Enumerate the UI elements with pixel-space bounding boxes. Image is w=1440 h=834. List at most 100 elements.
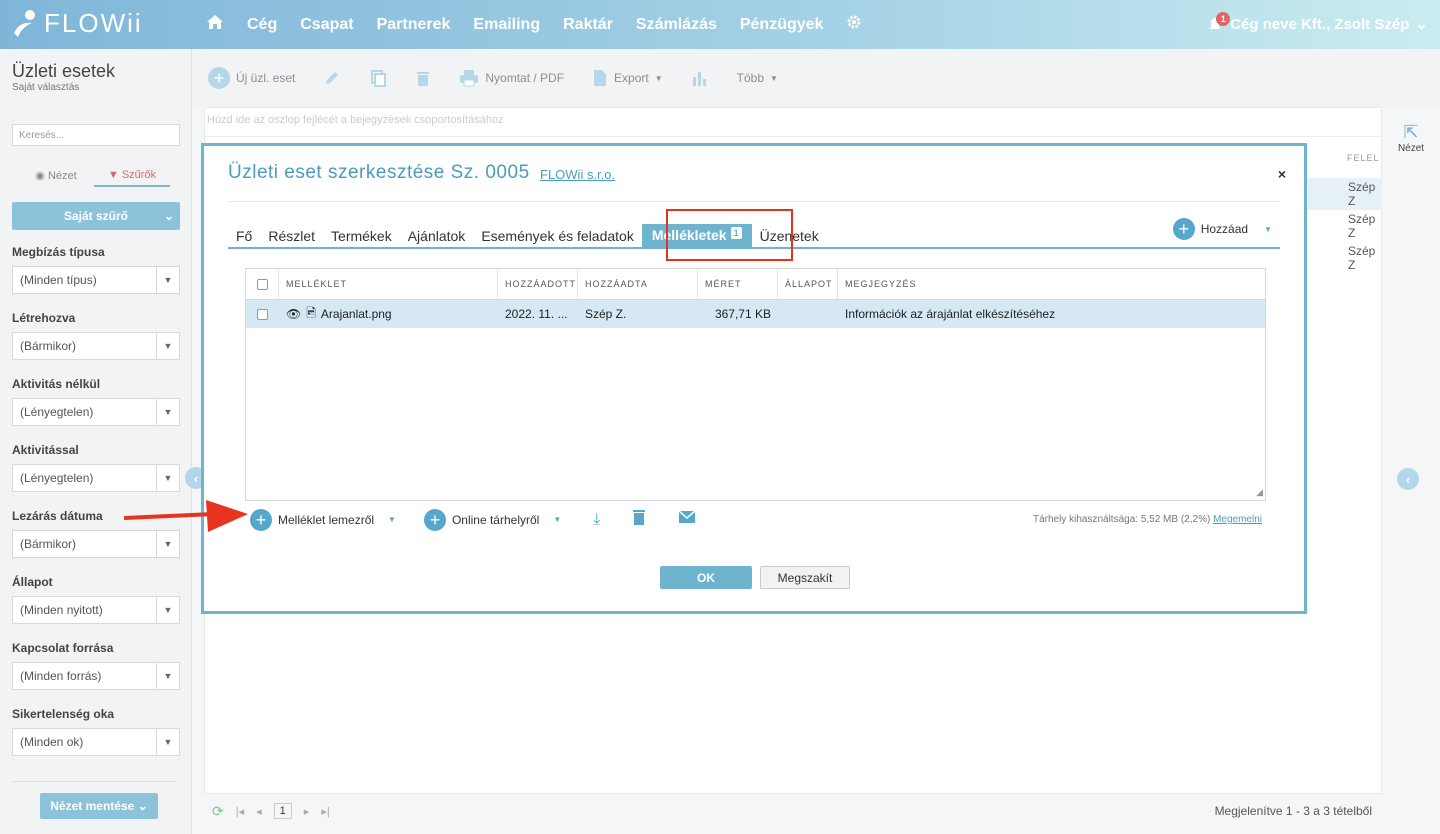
dropdown-arrow-icon[interactable]: ▼ <box>156 267 179 293</box>
tab-main[interactable]: Fő <box>228 228 260 247</box>
filter-created: Létrehozva (Bármikor) ▼ <box>12 311 180 360</box>
company-link[interactable]: FLOWii s.r.o. <box>540 167 615 182</box>
email-icon[interactable] <box>678 510 696 529</box>
nav-partnerek[interactable]: Partnerek <box>377 16 451 34</box>
next-page-icon[interactable]: ▸ <box>304 805 310 818</box>
print-button[interactable]: Nyomtat / PDF <box>459 69 564 87</box>
select-all-checkbox[interactable] <box>246 269 279 299</box>
trash-icon[interactable] <box>415 69 431 87</box>
filter-select[interactable]: (Minden forrás) ▼ <box>12 662 180 690</box>
last-page-icon[interactable]: ▸| <box>321 805 329 818</box>
col-note[interactable]: MEGJEGYZÉS <box>838 269 1265 299</box>
table-row[interactable]: Szép Z <box>1306 242 1382 274</box>
tab-messages[interactable]: Üzenetek <box>752 228 827 247</box>
dropdown-arrow-icon[interactable]: ▼ <box>156 333 179 359</box>
download-icon[interactable]: ⤓ <box>593 511 600 529</box>
cell-added: 2022. 11. ... <box>505 307 568 321</box>
column-header-partial[interactable]: FELEL <box>1347 153 1380 163</box>
filter-select[interactable]: (Minden típus) ▼ <box>12 266 180 294</box>
filter-value: (Minden forrás) <box>20 669 102 683</box>
refresh-icon[interactable]: ⟳ <box>212 803 224 820</box>
expand-panel-icon[interactable]: ‹ <box>1397 468 1419 490</box>
tab-filters[interactable]: ▼ Szűrők <box>94 165 170 187</box>
bell-icon[interactable]: 1 <box>1208 12 1231 32</box>
dropdown-arrow-icon[interactable]: ▼ <box>156 663 179 689</box>
tab-products[interactable]: Termékek <box>323 228 400 247</box>
logo[interactable]: FLOWii <box>12 8 143 39</box>
file-name[interactable]: Arajanlat.png <box>321 307 392 321</box>
saved-filter-button[interactable]: Saját szűrő ⌄ <box>12 202 180 230</box>
cancel-button[interactable]: Megszakít <box>760 566 850 589</box>
nav-szamlazas[interactable]: Számlázás <box>636 16 717 34</box>
background-rows: Szép Z Szép Z Szép Z <box>1306 178 1382 274</box>
nav-penzugyek[interactable]: Pénzügyek <box>740 16 824 34</box>
modal-title: Üzleti eset szerkesztése Sz. 0005 <box>228 162 530 183</box>
copy-icon[interactable] <box>369 69 387 87</box>
dropdown-arrow-icon[interactable]: ▼ <box>156 597 179 623</box>
close-icon[interactable]: × <box>1278 166 1286 182</box>
col-size[interactable]: MÉRET <box>698 269 778 299</box>
increase-storage-link[interactable]: Megemelni <box>1213 514 1262 525</box>
filter-label: Kapcsolat forrása <box>12 641 114 655</box>
page-title: Üzleti esetek <box>12 61 116 81</box>
more-button[interactable]: Több ▼ <box>737 71 778 85</box>
first-page-icon[interactable]: |◂ <box>236 805 244 818</box>
pager: ⟳ |◂ ◂ 1 ▸ ▸| Megjelenítve 1 - 3 a 3 tét… <box>204 796 1382 826</box>
search-placeholder: Keresés... <box>19 129 65 141</box>
filter-select[interactable]: (Lényegtelen) ▼ <box>12 464 180 492</box>
divider <box>12 781 176 782</box>
new-deal-button[interactable]: + Új üzl. eset <box>208 67 295 89</box>
tab-events[interactable]: Események és feladatok <box>473 228 642 247</box>
plus-icon: + <box>423 508 446 531</box>
view-button[interactable]: ⇱ Nézet <box>1394 122 1428 154</box>
gear-icon[interactable] <box>846 14 862 35</box>
flowii-logo-icon <box>14 9 35 37</box>
col-added-by[interactable]: HOZZÁADTA <box>578 269 698 299</box>
nav-csapat[interactable]: Csapat <box>300 16 353 34</box>
cell-added-by: Szép Z. <box>585 307 627 321</box>
chart-icon[interactable] <box>691 69 709 87</box>
nav-ceg[interactable]: Cég <box>247 16 277 34</box>
filter-select[interactable]: (Bármikor) ▼ <box>12 332 180 360</box>
tab-view[interactable]: ◉ Nézet <box>18 165 94 187</box>
home-icon[interactable] <box>206 14 224 35</box>
trash-icon[interactable] <box>632 508 646 531</box>
prev-page-icon[interactable]: ◂ <box>256 805 262 818</box>
search-input[interactable]: Keresés... <box>12 124 180 146</box>
dropdown-arrow-icon[interactable]: ▼ <box>156 399 179 425</box>
table-row[interactable]: Szép Z <box>1306 178 1382 210</box>
tab-details[interactable]: Részlet <box>260 228 323 247</box>
cell-owner: Szép Z <box>1348 212 1376 240</box>
image-file-icon: 🖻 <box>306 305 316 320</box>
tab-attachments[interactable]: Mellékletek 1 <box>641 224 752 247</box>
table-row[interactable]: Szép Z <box>1306 210 1382 242</box>
page-number[interactable]: 1 <box>273 803 292 819</box>
nav-emailing[interactable]: Emailing <box>473 16 540 34</box>
user-menu[interactable]: 1 Cég neve Kft., Zsolt Szép ⌄ <box>1208 12 1428 33</box>
col-attachment[interactable]: MELLÉKLET <box>279 269 498 299</box>
table-row[interactable]: 👁 🖻 Arajanlat.png 2022. 11. ... Szép Z. … <box>246 300 1265 328</box>
row-checkbox[interactable] <box>246 300 279 328</box>
filter-select[interactable]: (Lényegtelen) ▼ <box>12 398 180 426</box>
tab-offers[interactable]: Ajánlatok <box>400 228 474 247</box>
filter-label: Létrehozva <box>12 311 76 325</box>
edit-icon[interactable] <box>323 69 341 87</box>
col-added[interactable]: HOZZÁADOTT <box>498 269 578 299</box>
attach-from-disk-button[interactable]: + Melléklet lemezről ▼ <box>250 508 396 531</box>
save-view-label: Nézet mentése <box>50 799 135 813</box>
resize-handle-icon[interactable]: ◢ <box>1256 487 1263 498</box>
dropdown-arrow-icon[interactable]: ▼ <box>156 729 179 755</box>
filter-select[interactable]: (Minden ok) ▼ <box>12 728 180 756</box>
col-status[interactable]: ÁLLAPOT <box>778 269 838 299</box>
eye-icon[interactable]: 👁 <box>286 307 301 321</box>
save-view-button[interactable]: Nézet mentése ⌄ <box>40 793 158 819</box>
filter-icon: ▼ <box>107 169 122 181</box>
attach-online-button[interactable]: + Online tárhelyről ▼ <box>423 508 561 531</box>
ok-button[interactable]: OK <box>660 566 752 589</box>
add-button[interactable]: + Hozzáad ▼ <box>1172 218 1272 240</box>
nav-raktar[interactable]: Raktár <box>563 16 613 34</box>
filter-select[interactable]: (Minden nyitott) ▼ <box>12 596 180 624</box>
export-button[interactable]: Export ▼ <box>592 69 663 87</box>
eye-icon: ◉ <box>35 170 48 182</box>
dropdown-arrow-icon[interactable]: ▼ <box>156 465 179 491</box>
